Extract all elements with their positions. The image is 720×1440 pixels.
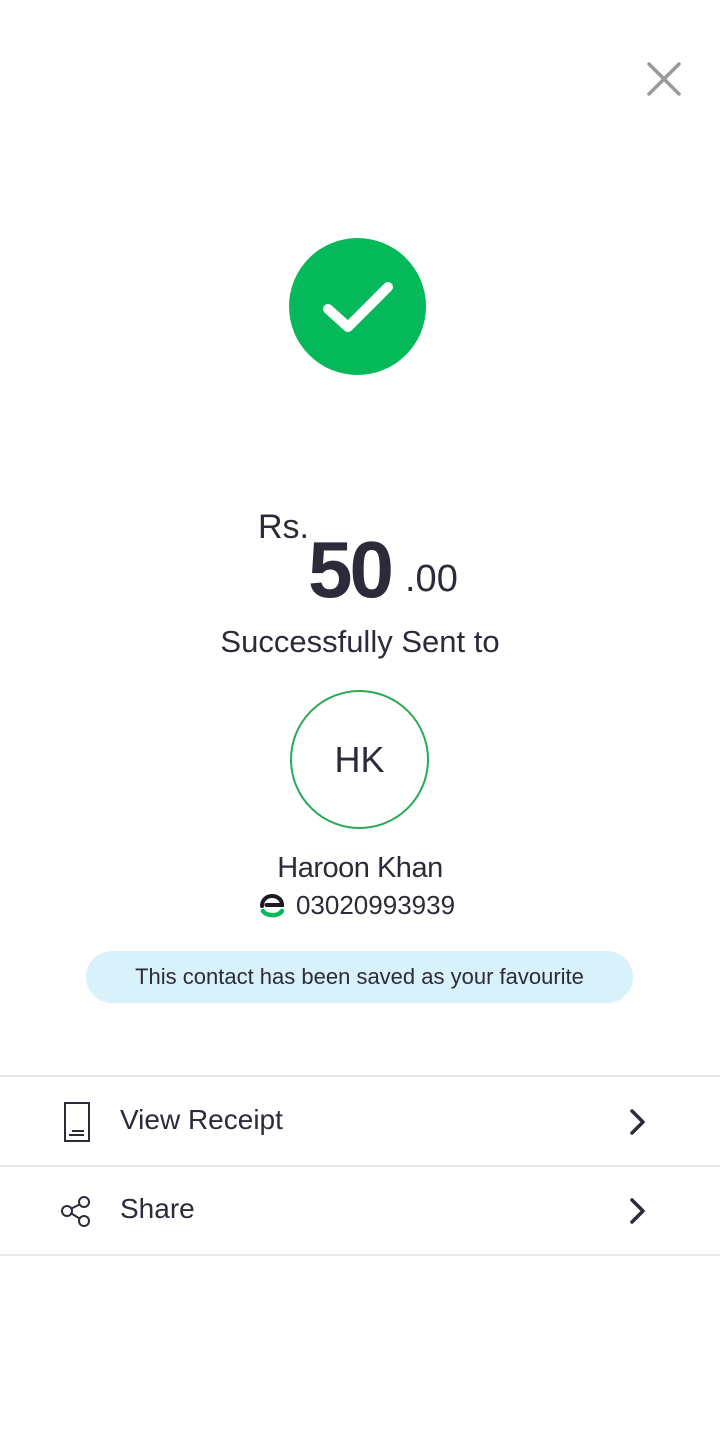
sent-to-label: Successfully Sent to [220, 624, 500, 659]
share-row[interactable]: Share [0, 1166, 720, 1254]
recipient-number-row: 03020993939 [0, 890, 720, 921]
view-receipt-label: View Receipt [120, 1104, 283, 1135]
checkmark-icon [322, 279, 394, 335]
easypaisa-logo-icon [259, 893, 285, 919]
share-label: Share [120, 1193, 195, 1224]
recipient-name: Haroon Khan [277, 852, 443, 884]
recipient-avatar: HK [290, 690, 429, 829]
amount-whole: 50 [308, 525, 394, 614]
chevron-right-icon [626, 1107, 650, 1137]
amount-decimal: .00 [405, 558, 458, 600]
chevron-right-icon [626, 1196, 650, 1226]
favourite-banner-text: This contact has been saved as your favo… [135, 964, 584, 989]
receipt-icon [58, 1101, 96, 1143]
divider [0, 1254, 720, 1256]
success-status-circle [289, 238, 426, 375]
close-icon [640, 55, 688, 103]
view-receipt-row[interactable]: View Receipt [0, 1077, 720, 1165]
transaction-amount: Rs. 50 .00 [0, 500, 720, 614]
recipient-number: 03020993939 [295, 890, 456, 920]
close-button[interactable] [640, 55, 688, 103]
amount-currency: Rs. [258, 508, 309, 546]
avatar-initials: HK [334, 738, 385, 780]
favourite-saved-banner: This contact has been saved as your favo… [86, 951, 633, 1003]
share-icon [58, 1190, 96, 1232]
